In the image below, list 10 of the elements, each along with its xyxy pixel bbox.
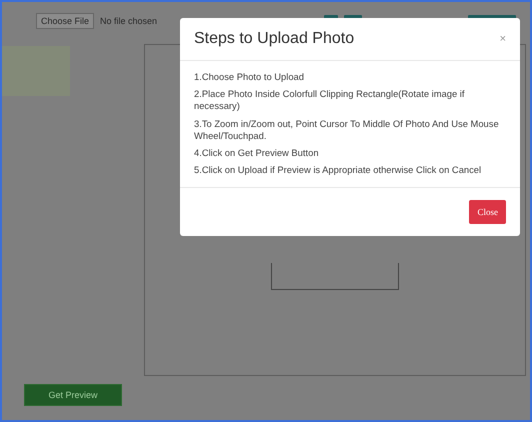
step-text: 3.To Zoom in/Zoom out, Point Cursor To Middle Of Photo And Use Mouse Wheel/Touchpad. — [194, 118, 500, 142]
step-text: 2.Place Photo Inside Colorfull Clipping Rectangle(Rotate image if necessary) — [194, 88, 466, 113]
close-button[interactable]: Close — [469, 200, 506, 224]
file-status: No file chosen — [100, 16, 158, 26]
step-text: 5.Click on Upload if Preview is Appropriate otherwise Click on Cancel — [194, 164, 482, 177]
modal-title: Steps to Upload Photo — [194, 30, 354, 48]
get-preview-button[interactable]: Get Preview — [24, 384, 122, 406]
choose-file-button[interactable]: Choose File — [36, 13, 94, 29]
step-text: 4.Click on Get Preview Button — [194, 147, 320, 160]
step-text: 1.Choose Photo to Upload — [194, 71, 305, 84]
